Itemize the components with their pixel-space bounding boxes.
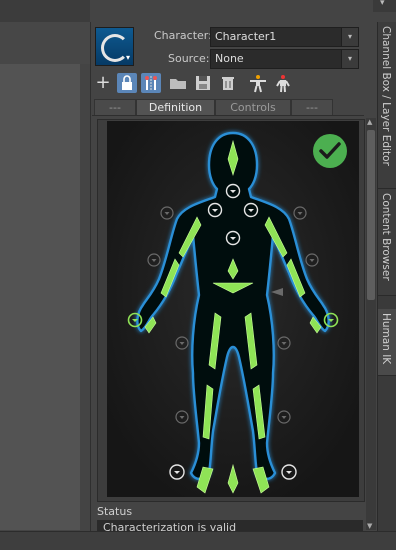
chevron-down-icon: ▾ xyxy=(380,0,385,8)
chevron-down-icon: ▾ xyxy=(125,53,130,62)
chevron-down-icon: ▾ xyxy=(341,28,358,46)
tab-underline xyxy=(92,115,364,116)
character-label: Character: xyxy=(154,29,212,42)
tab-controls[interactable]: Controls xyxy=(215,99,291,116)
status-label: Status xyxy=(97,505,133,518)
tab-definition[interactable]: Definition xyxy=(136,99,215,116)
hik-logo-icon xyxy=(101,34,129,62)
character-figure xyxy=(107,121,359,497)
source-dropdown[interactable]: None ▾ xyxy=(210,49,359,69)
source-value: None xyxy=(215,52,244,65)
source-label: Source: xyxy=(168,52,210,65)
viewport-divider[interactable] xyxy=(80,64,90,530)
scrollbar-thumb[interactable] xyxy=(367,130,375,300)
add-icon[interactable]: + xyxy=(93,73,113,93)
side-tab-label: Human IK xyxy=(380,313,392,365)
valid-check-icon xyxy=(313,134,347,168)
scroll-down-icon[interactable]: ▼ xyxy=(367,522,372,530)
save-icon[interactable] xyxy=(193,73,213,93)
chevron-down-icon: ▾ xyxy=(341,50,358,68)
side-tab-label: Channel Box / Layer Editor xyxy=(380,26,392,166)
open-folder-icon[interactable] xyxy=(168,73,188,93)
skeleton-figure-icon[interactable] xyxy=(273,73,293,93)
side-tab-content-browser[interactable]: Content Browser xyxy=(378,189,396,296)
side-tab-label: Content Browser xyxy=(380,193,392,281)
menu-expand-button[interactable]: ▾ xyxy=(373,0,396,12)
hik-menu-button[interactable]: ▾ xyxy=(95,27,134,66)
status-box: Characterization is valid xyxy=(97,520,363,531)
t-pose-figure-icon[interactable] xyxy=(248,73,268,93)
lock-icon[interactable] xyxy=(117,73,137,93)
viewport-panel[interactable] xyxy=(0,64,81,530)
character-dropdown[interactable]: Character1 ▾ xyxy=(210,27,359,47)
viewport-toolbar xyxy=(0,22,90,65)
scroll-up-icon[interactable]: ▲ xyxy=(367,118,372,126)
mirror-icon[interactable] xyxy=(141,73,161,93)
viewport-header xyxy=(0,0,90,22)
side-tab-strip: Channel Box / Layer Editor Content Brows… xyxy=(377,22,396,531)
tab-right-placeholder[interactable]: --- xyxy=(291,99,333,116)
character-value: Character1 xyxy=(215,30,277,43)
delete-icon[interactable] xyxy=(218,73,238,93)
bottom-status-bar xyxy=(0,531,396,550)
tab-left-placeholder[interactable]: --- xyxy=(94,99,136,116)
side-tab-human-ik[interactable]: Human IK xyxy=(378,309,396,376)
panel-scrollbar[interactable]: ▲ ▼ xyxy=(366,118,376,530)
status-text: Characterization is valid xyxy=(103,521,237,531)
panel-top-strip xyxy=(90,0,396,22)
side-tab-channel-box[interactable]: Channel Box / Layer Editor xyxy=(378,22,396,189)
